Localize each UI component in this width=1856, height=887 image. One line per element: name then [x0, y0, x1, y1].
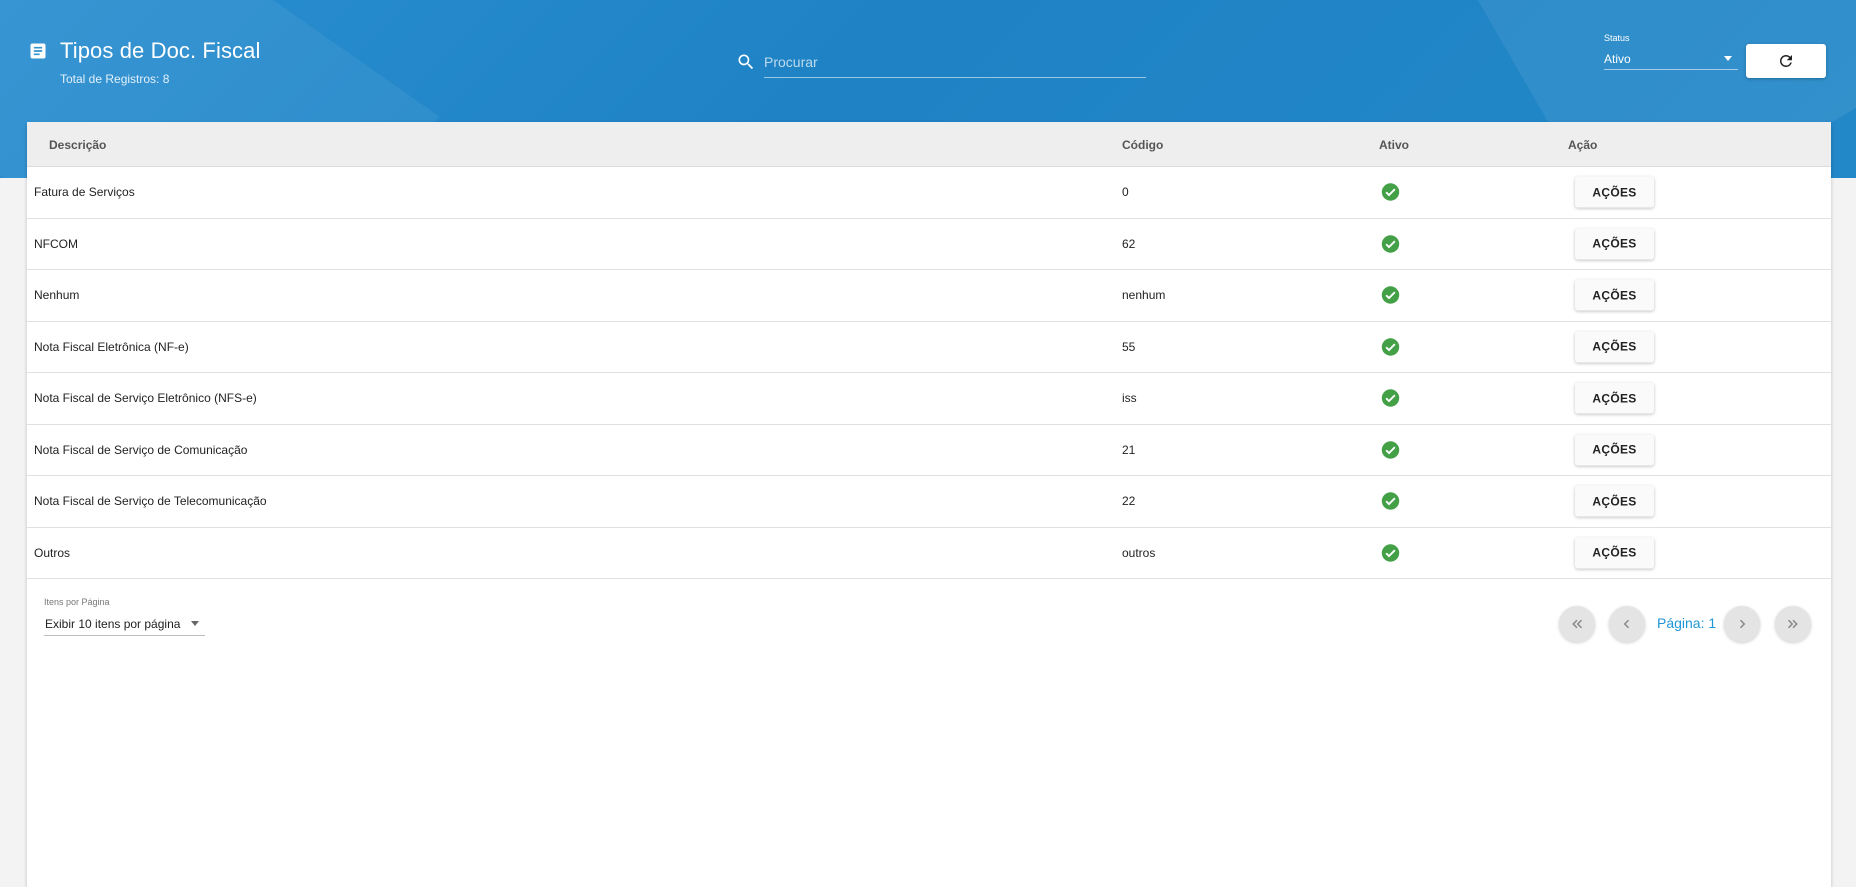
- column-ativo[interactable]: Ativo: [1379, 138, 1409, 152]
- cell-descricao: Nota Fiscal de Serviço de Telecomunicaçã…: [34, 494, 267, 509]
- search-bar: [736, 46, 1146, 78]
- search-icon[interactable]: [736, 52, 756, 72]
- actions-button[interactable]: AÇÕES: [1575, 331, 1654, 363]
- cell-codigo: 62: [1122, 236, 1136, 251]
- cell-descricao: Nota Fiscal de Serviço de Comunicação: [34, 442, 248, 457]
- actions-button[interactable]: AÇÕES: [1575, 537, 1654, 569]
- check-circle-icon: [1381, 235, 1400, 253]
- check-circle-icon: [1381, 183, 1400, 201]
- cell-codigo: 22: [1122, 494, 1136, 509]
- first-page-button[interactable]: [1559, 606, 1595, 642]
- next-page-button[interactable]: [1724, 606, 1760, 642]
- status-label: Status: [1604, 33, 1630, 43]
- table-row: Outros outros AÇÕES: [27, 528, 1831, 579]
- check-circle-icon: [1381, 544, 1400, 562]
- items-per-page[interactable]: Itens por Página Exibir 10 itens por pág…: [44, 597, 205, 636]
- table-row: NFCOM 62 AÇÕES: [27, 219, 1831, 270]
- cell-descricao: Nota Fiscal de Serviço Eletrônico (NFS-e…: [34, 391, 257, 406]
- cell-codigo: nenhum: [1122, 288, 1166, 303]
- status-value: Ativo: [1604, 51, 1631, 66]
- cell-codigo: 55: [1122, 339, 1136, 354]
- table-row: Nota Fiscal Eletrônica (NF-e) 55 AÇÕES: [27, 322, 1831, 373]
- cell-codigo: outros: [1122, 545, 1156, 560]
- check-circle-icon: [1381, 492, 1400, 510]
- table-row: Nota Fiscal de Serviço de Telecomunicaçã…: [27, 476, 1831, 528]
- doc-icon: [30, 43, 46, 59]
- actions-button[interactable]: AÇÕES: [1575, 228, 1654, 260]
- actions-button[interactable]: AÇÕES: [1575, 279, 1654, 311]
- table-row: Nota Fiscal de Serviço de Comunicação 21 A…: [27, 425, 1831, 476]
- table-body: Fatura de Serviços 0 AÇÕES NFCOM 62 AÇÕES Nenh…: [27, 167, 1831, 579]
- page-title: Tipos de Doc. Fiscal: [60, 38, 261, 63]
- refresh-icon: [1780, 55, 1792, 67]
- double-chevron-right-icon: [1787, 619, 1798, 629]
- refresh-button[interactable]: [1746, 44, 1826, 78]
- column-codigo[interactable]: Código: [1122, 138, 1163, 152]
- chevron-left-icon: [1623, 619, 1630, 629]
- cell-descricao: Outros: [34, 545, 71, 560]
- status-select[interactable]: Ativo: [1604, 48, 1738, 70]
- record-count: Total de Registros: 8: [60, 72, 170, 86]
- table-card: Descrição Código Ativo Ação Fatura de Se…: [27, 122, 1831, 887]
- check-circle-icon: [1381, 286, 1400, 304]
- status-filter[interactable]: Status Ativo: [1604, 33, 1738, 70]
- cell-descricao: Nota Fiscal Eletrônica (NF-e): [34, 339, 189, 354]
- table-header: Descrição Código Ativo Ação: [27, 122, 1831, 167]
- actions-button[interactable]: AÇÕES: [1575, 176, 1654, 208]
- actions-button[interactable]: AÇÕES: [1575, 382, 1654, 414]
- column-descricao[interactable]: Descrição: [49, 138, 106, 152]
- table-row: Nenhum nenhum AÇÕES: [27, 270, 1831, 322]
- check-circle-icon: [1381, 441, 1400, 459]
- table-row: Fatura de Serviços 0 AÇÕES: [27, 167, 1831, 219]
- items-per-page-value: Exibir 10 itens por página: [45, 616, 181, 631]
- cell-descricao: NFCOM: [34, 236, 78, 251]
- chevron-right-icon: [1739, 619, 1746, 629]
- actions-button[interactable]: AÇÕES: [1575, 485, 1654, 517]
- cell-codigo: 0: [1122, 185, 1129, 200]
- cell-codigo: iss: [1122, 391, 1137, 406]
- search-input[interactable]: [764, 46, 1146, 78]
- cell-codigo: 21: [1122, 442, 1136, 457]
- items-per-page-label: Itens por Página: [44, 597, 110, 607]
- double-chevron-left-icon: [1572, 619, 1583, 629]
- page-indicator: Página: 1: [1657, 615, 1717, 631]
- previous-page-button[interactable]: [1609, 606, 1645, 642]
- chevron-down-icon: [191, 621, 199, 626]
- title-area: Tipos de Doc. Fiscal Total de Registros:…: [28, 38, 260, 86]
- check-circle-icon: [1381, 389, 1400, 407]
- chevron-down-icon: [1724, 56, 1732, 61]
- items-per-page-select[interactable]: Exibir 10 itens por página: [44, 612, 205, 636]
- table-row: Nota Fiscal de Serviço Eletrônico (NFS-e…: [27, 373, 1831, 425]
- actions-button[interactable]: AÇÕES: [1575, 434, 1654, 466]
- cell-descricao: Fatura de Serviços: [34, 185, 135, 200]
- cell-descricao: Nenhum: [34, 288, 80, 303]
- last-page-button[interactable]: [1775, 606, 1811, 642]
- check-circle-icon: [1381, 338, 1400, 356]
- column-acao: Ação: [1568, 138, 1598, 152]
